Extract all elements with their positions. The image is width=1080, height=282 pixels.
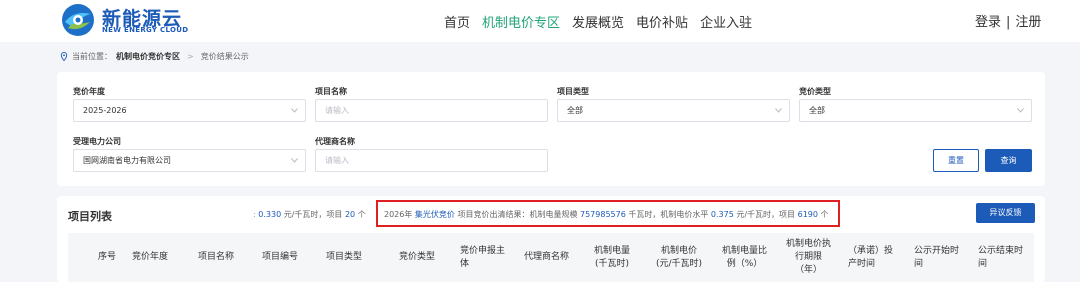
company-select-value: 国网湖南省电力有限公司 — [83, 156, 171, 165]
table-column-header: 公示结束时间 — [978, 245, 1023, 271]
table-column-header: 竞价申报主体 — [460, 245, 505, 271]
project-name-placeholder: 请输入 — [325, 106, 349, 115]
table-column-header: 机制电量 (千瓦时) — [594, 245, 630, 271]
table-column-header: 项目名称 — [198, 251, 234, 264]
list-title: 项目列表 — [68, 210, 112, 223]
chevron-down-icon — [775, 108, 782, 113]
nav-item[interactable]: 电价补贴 — [636, 12, 688, 31]
nav-item[interactable]: 企业入驻 — [700, 12, 752, 31]
login-link[interactable]: 登录 — [975, 15, 1001, 30]
column-header-line: 间 — [978, 259, 988, 269]
nav-item[interactable]: 发展概览 — [572, 12, 624, 31]
company-select[interactable]: 国网湖南省电力有限公司 — [73, 149, 306, 172]
column-header-line: （年） — [795, 265, 823, 275]
project-type-value: 全部 — [567, 106, 583, 115]
chevron-right-icon: > — [187, 52, 194, 61]
partial-count-unit: 个 — [357, 210, 366, 219]
year-label: 竞价年度 — [73, 87, 105, 96]
column-header-line: 竞价类型 — [399, 252, 436, 262]
bid-type-value: 全部 — [809, 106, 825, 115]
column-header-line: （承诺）投 — [848, 246, 894, 256]
breadcrumb-prefix: 当前位置： — [72, 52, 112, 61]
column-header-line: 公示结束时 — [978, 246, 1024, 256]
table-column-header: 代理商名称 — [524, 251, 569, 264]
type-label: 项目类型 — [557, 87, 589, 96]
table-column-header: 竞价年度 — [132, 251, 168, 264]
column-header-line: 行期限 — [795, 252, 823, 262]
search-panel: 竞价年度 2025-2026 项目名称 请输入 项目类型 全部 竞价类型 全部 … — [57, 72, 1045, 186]
column-header-line: 竞价年度 — [132, 252, 169, 262]
reset-button[interactable]: 重置 — [933, 149, 979, 172]
column-header-line: 机制电价 — [661, 246, 698, 256]
partial-price: 0.330 — [258, 210, 282, 219]
agent-label: 代理商名称 — [315, 137, 355, 146]
column-header-line: (元/千瓦时) — [656, 259, 703, 269]
chevron-down-icon — [291, 158, 298, 163]
agent-name-input[interactable]: 请输入 — [315, 149, 548, 172]
table-header: 序号 竞价年度 项目名称 项目编号 项目类型 竞价类型 竞价申报主体 代理商名称 机制电量 (千瓦… — [68, 233, 1034, 282]
table-column-header: 项目类型 — [326, 251, 362, 264]
partial-price-unit: 元/千瓦时，项目 — [283, 210, 343, 219]
column-header-line: 机制电价执 — [786, 239, 832, 249]
objection-feedback-button[interactable]: 异议反馈 — [976, 203, 1035, 223]
breadcrumb: 当前位置： 机制电价竞价专区 > 竞价结果公示 — [60, 51, 249, 62]
partial-count: 20 — [344, 210, 356, 219]
column-header-line: 例（%） — [726, 259, 763, 269]
column-header-line: 产时间 — [848, 259, 876, 269]
table-column-header: 公示开始时间 — [914, 245, 959, 271]
agent-name-placeholder: 请输入 — [325, 156, 349, 165]
year-select[interactable]: 2025-2026 — [73, 99, 306, 122]
column-header-line: (千瓦时) — [594, 259, 630, 269]
logo-text-en: NEW ENERGY CLOUD — [102, 26, 189, 34]
query-button[interactable]: 查询 — [985, 149, 1032, 172]
column-header-line: 序号 — [98, 252, 117, 262]
auth-separator: | — [1006, 15, 1011, 30]
site-logo[interactable]: 新能源云 NEW ENERGY CLOUD — [60, 2, 200, 38]
location-pin-icon — [60, 52, 68, 61]
breadcrumb-current: 竞价结果公示 — [200, 52, 249, 61]
name-label: 项目名称 — [315, 87, 347, 96]
chevron-down-icon — [1017, 108, 1024, 113]
column-header-line: 项目名称 — [198, 252, 235, 262]
column-header-line: 竞价申报主 — [460, 246, 506, 256]
column-header-line: 间 — [914, 259, 924, 269]
table-column-header: 机制电价 (元/千瓦时) — [656, 245, 702, 271]
project-name-input[interactable]: 请输入 — [315, 99, 548, 122]
column-header-line: 机制电量比 — [722, 246, 768, 256]
column-header-line: 项目类型 — [326, 252, 363, 262]
column-header-line: 机制电量 — [594, 246, 631, 256]
breadcrumb-section[interactable]: 机制电价竞价专区 — [116, 51, 180, 62]
column-header-line: 代理商名称 — [524, 252, 570, 262]
table-column-header: 机制电价执行期限 （年） — [786, 238, 831, 277]
table-column-header: 竞价类型 — [399, 251, 435, 264]
column-header-line: 项目编号 — [262, 252, 299, 262]
project-list-panel: 项目列表 : 0.330 元/千瓦时，项目 20 个 2026年 集光伏竞价 项… — [57, 196, 1045, 282]
column-header-line: 公示开始时 — [914, 246, 960, 256]
company-label: 受理电力公司 — [73, 137, 121, 146]
chevron-down-icon — [291, 108, 298, 113]
project-type-select[interactable]: 全部 — [557, 99, 790, 122]
highlight-box — [376, 200, 840, 227]
partial-summary: : 0.330 元/千瓦时，项目 20 个 — [253, 210, 366, 219]
bid-type-label: 竞价类型 — [799, 87, 831, 96]
register-link[interactable]: 注册 — [1015, 15, 1041, 30]
nav-item[interactable]: 首页 — [444, 12, 470, 31]
table-column-header: 机制电量比例（%） — [722, 245, 767, 271]
nav-item[interactable]: 机制电价专区 — [482, 12, 560, 31]
year-select-value: 2025-2026 — [83, 106, 127, 115]
site-header: 新能源云 NEW ENERGY CLOUD 首页 机制电价专区 发展概览 电价补贴 企业… — [0, 0, 1080, 42]
table-column-header: （承诺）投产时间 — [848, 245, 893, 271]
logo-mark-icon — [62, 4, 94, 36]
auth-links: 登录 | 注册 — [975, 11, 1041, 30]
table-column-header: 项目编号 — [262, 251, 298, 264]
table-column-header: 序号 — [98, 251, 116, 264]
column-header-line: 体 — [460, 259, 470, 269]
main-nav: 首页 机制电价专区 发展概览 电价补贴 企业入驻 — [444, 12, 752, 31]
bid-type-select[interactable]: 全部 — [799, 99, 1032, 122]
